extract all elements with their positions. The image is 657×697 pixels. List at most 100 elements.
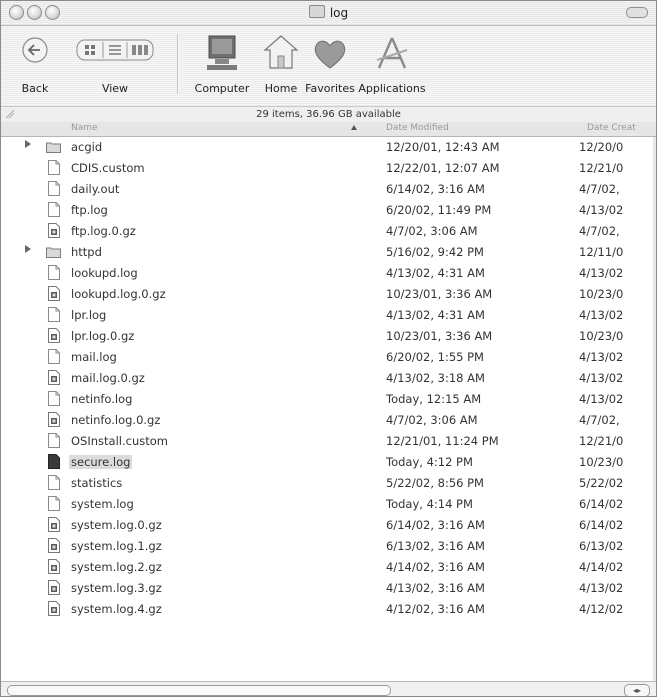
date-modified-cell: Today, 4:12 PM xyxy=(386,455,473,469)
date-modified-column-header[interactable]: Date Modified xyxy=(386,123,449,133)
file-row[interactable]: daily.out 6/14/02, 3:16 AM 4/7/02, xyxy=(1,179,656,200)
date-created-cell: 12/21/0 xyxy=(579,434,624,448)
file-row[interactable]: lpr.log 4/13/02, 4:31 AM 4/13/02 xyxy=(1,305,656,326)
sort-ascending-icon[interactable] xyxy=(351,125,357,130)
file-row[interactable]: ftp.log 6/20/02, 11:49 PM 4/13/02 xyxy=(1,200,656,221)
date-modified-cell: 4/13/02, 4:31 AM xyxy=(386,266,485,280)
date-modified-cell: 10/23/01, 3:36 AM xyxy=(386,287,493,301)
home-button[interactable]: Home xyxy=(257,32,305,95)
document-icon xyxy=(48,265,60,280)
applications-icon xyxy=(376,37,408,69)
archive-icon xyxy=(48,370,60,385)
scroll-arrows[interactable]: ◂▸ xyxy=(624,684,650,696)
archive-icon xyxy=(48,223,60,238)
disclosure-triangle-icon[interactable] xyxy=(25,245,31,253)
vertical-scrollbar[interactable] xyxy=(653,137,656,681)
file-row[interactable]: httpd 5/16/02, 9:42 PM 12/11/0 xyxy=(1,242,656,263)
document-icon xyxy=(48,307,60,322)
file-row[interactable]: CDIS.custom 12/22/01, 12:07 AM 12/21/0 xyxy=(1,158,656,179)
archive-icon xyxy=(48,517,60,532)
resize-grip-icon[interactable] xyxy=(5,109,15,119)
document-icon xyxy=(48,475,60,490)
file-row[interactable]: system.log.4.gz 4/12/02, 3:16 AM 4/12/02 xyxy=(1,599,656,620)
date-modified-cell: 4/13/02, 4:31 AM xyxy=(386,308,485,322)
file-row[interactable]: netinfo.log.0.gz 4/7/02, 3:06 AM 4/7/02, xyxy=(1,410,656,431)
file-name[interactable]: lpr.log.0.gz xyxy=(71,329,134,343)
title-bar[interactable]: log xyxy=(1,1,656,26)
file-row[interactable]: mail.log.0.gz 4/13/02, 3:18 AM 4/13/02 xyxy=(1,368,656,389)
computer-button[interactable]: Computer xyxy=(191,32,253,95)
file-name[interactable]: netinfo.log xyxy=(71,392,132,406)
file-name-cell: system.log.0.gz xyxy=(71,518,162,532)
file-name[interactable]: system.log xyxy=(71,497,134,511)
file-name[interactable]: system.log.4.gz xyxy=(71,602,162,616)
date-modified-cell: 4/7/02, 3:06 AM xyxy=(386,224,478,238)
file-row[interactable]: OSInstall.custom 12/21/01, 11:24 PM 12/21/… xyxy=(1,431,656,452)
file-name[interactable]: mail.log.0.gz xyxy=(71,371,145,385)
date-created-cell: 10/23/0 xyxy=(579,329,624,343)
view-button[interactable]: View xyxy=(71,32,159,95)
file-row[interactable]: statistics 5/22/02, 8:56 PM 5/22/02 xyxy=(1,473,656,494)
date-created-cell: 4/13/02 xyxy=(579,203,624,217)
file-list[interactable]: acgid 12/20/01, 12:43 AM 12/20/0 CDIS.custo… xyxy=(1,137,656,681)
date-created-cell: 4/12/02 xyxy=(579,602,624,616)
favorites-button[interactable]: Favorites xyxy=(305,32,355,95)
file-row[interactable]: ftp.log.0.gz 4/7/02, 3:06 AM 4/7/02, xyxy=(1,221,656,242)
file-row[interactable]: lookupd.log 4/13/02, 4:31 AM 4/13/02 xyxy=(1,263,656,284)
date-created-column-header[interactable]: Date Creat xyxy=(587,123,636,133)
file-row[interactable]: system.log.2.gz 4/14/02, 3:16 AM 4/14/02 xyxy=(1,557,656,578)
horizontal-scrollbar[interactable]: ◂▸ xyxy=(1,681,656,696)
date-modified-cell: 12/20/01, 12:43 AM xyxy=(386,140,500,154)
back-label: Back xyxy=(21,82,49,95)
file-name[interactable]: OSInstall.custom xyxy=(71,434,168,448)
folder-icon xyxy=(308,5,325,18)
file-name-cell: CDIS.custom xyxy=(71,161,145,175)
file-name[interactable]: ftp.log xyxy=(71,203,108,217)
date-created-cell: 6/13/02 xyxy=(579,539,624,553)
file-name[interactable]: system.log.1.gz xyxy=(71,539,162,553)
file-name[interactable]: lookupd.log xyxy=(71,266,138,280)
file-name[interactable]: lpr.log xyxy=(71,308,106,322)
file-name[interactable]: system.log.2.gz xyxy=(71,560,162,574)
scroll-thumb[interactable] xyxy=(7,685,391,696)
file-name[interactable]: secure.log xyxy=(69,455,133,469)
file-name[interactable]: acgid xyxy=(71,140,102,154)
file-name[interactable]: daily.out xyxy=(71,182,119,196)
file-row[interactable]: secure.log Today, 4:12 PM 10/23/0 xyxy=(1,452,656,473)
date-created-cell: 5/22/02 xyxy=(579,476,624,490)
file-name-cell: daily.out xyxy=(71,182,119,196)
file-name[interactable]: statistics xyxy=(71,476,122,490)
file-name[interactable]: system.log.0.gz xyxy=(71,518,162,532)
date-created-cell: 4/7/02, xyxy=(579,182,620,196)
name-column-header[interactable]: Name xyxy=(71,123,98,133)
file-name[interactable]: ftp.log.0.gz xyxy=(71,224,136,238)
file-name-cell: system.log.2.gz xyxy=(71,560,162,574)
file-name-cell: system.log.3.gz xyxy=(71,581,162,595)
disclosure-triangle-icon[interactable] xyxy=(25,140,31,148)
document-icon xyxy=(48,349,60,364)
date-created-cell: 12/21/0 xyxy=(579,161,624,175)
view-label: View xyxy=(101,82,129,95)
file-row[interactable]: system.log.1.gz 6/13/02, 3:16 AM 6/13/02 xyxy=(1,536,656,557)
file-row[interactable]: system.log Today, 4:14 PM 6/14/02 xyxy=(1,494,656,515)
file-name[interactable]: mail.log xyxy=(71,350,117,364)
applications-button[interactable]: Applications xyxy=(355,32,429,95)
file-row[interactable]: acgid 12/20/01, 12:43 AM 12/20/0 xyxy=(1,137,656,158)
file-name[interactable]: CDIS.custom xyxy=(71,161,145,175)
file-name[interactable]: httpd xyxy=(71,245,102,259)
file-row[interactable]: lpr.log.0.gz 10/23/01, 3:36 AM 10/23/0 xyxy=(1,326,656,347)
file-row[interactable]: lookupd.log.0.gz 10/23/01, 3:36 AM 10/23/0 xyxy=(1,284,656,305)
favorites-label: Favorites xyxy=(305,82,355,95)
file-row[interactable]: netinfo.log Today, 12:15 AM 4/13/02 xyxy=(1,389,656,410)
file-name[interactable]: system.log.3.gz xyxy=(71,581,162,595)
back-arrow-icon xyxy=(22,37,48,63)
back-button[interactable]: Back xyxy=(13,32,57,95)
file-name[interactable]: lookupd.log.0.gz xyxy=(71,287,166,301)
toolbar-toggle-button[interactable] xyxy=(626,7,648,18)
file-name[interactable]: netinfo.log.0.gz xyxy=(71,413,160,427)
file-row[interactable]: system.log.0.gz 6/14/02, 3:16 AM 6/14/02 xyxy=(1,515,656,536)
date-modified-cell: 5/16/02, 9:42 PM xyxy=(386,245,484,259)
file-row[interactable]: system.log.3.gz 4/13/02, 3:16 AM 4/13/02 xyxy=(1,578,656,599)
file-row[interactable]: mail.log 6/20/02, 1:55 PM 4/13/02 xyxy=(1,347,656,368)
date-modified-cell: 12/22/01, 12:07 AM xyxy=(386,161,500,175)
